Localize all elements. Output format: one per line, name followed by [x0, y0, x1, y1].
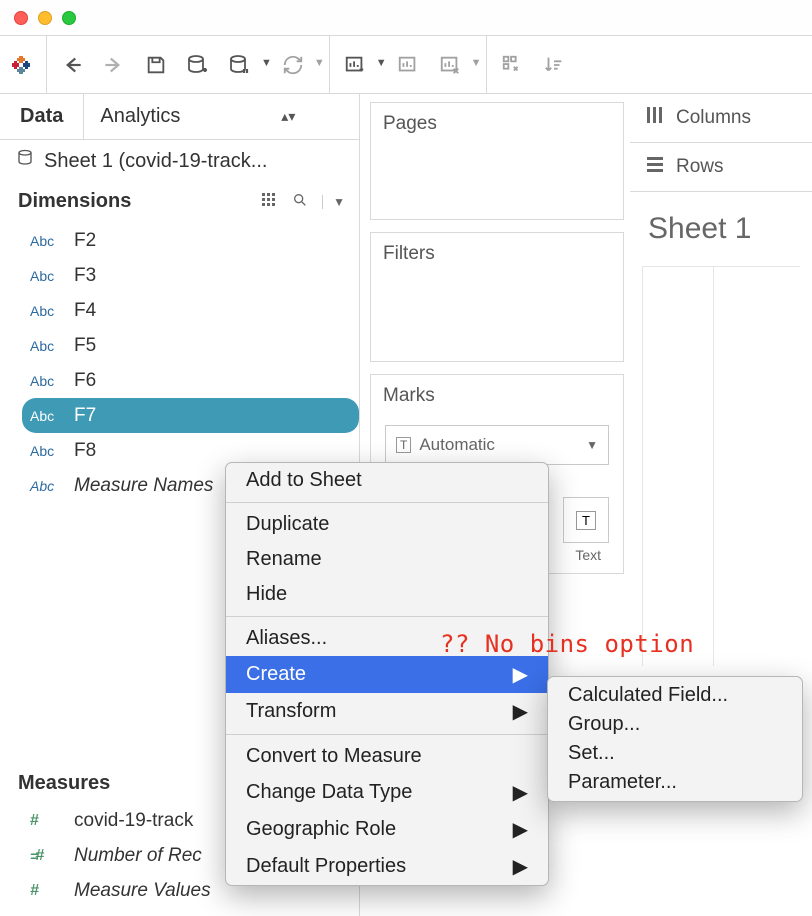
submenu-arrow-icon: ▶ — [513, 817, 528, 842]
datasource-label: Sheet 1 (covid-19-track... — [44, 150, 267, 173]
ctx-create[interactable]: Create▶ — [226, 656, 548, 693]
dimensions-list: AbcF2 AbcF3 AbcF4 AbcF5 AbcF6 AbcF7 AbcF… — [0, 219, 359, 503]
tableau-logo-icon[interactable] — [0, 45, 42, 85]
viz-canvas[interactable] — [642, 266, 800, 666]
submenu-arrow-icon: ▶ — [513, 780, 528, 805]
ctx-geo-role[interactable]: Geographic Role▶ — [226, 811, 548, 848]
filters-label: Filters — [371, 233, 623, 275]
maximize-window-button[interactable] — [62, 11, 76, 25]
abc-icon: Abc — [30, 303, 62, 319]
filters-shelf[interactable]: Filters — [370, 232, 624, 362]
dropdown-caret-icon[interactable]: ▼ — [471, 57, 482, 69]
ctx-transform[interactable]: Transform▶ — [226, 693, 548, 730]
tab-analytics-label: Analytics — [100, 105, 180, 128]
text-type-icon: T — [576, 511, 596, 530]
field-f3[interactable]: AbcF3 — [0, 258, 359, 293]
sort-button[interactable] — [533, 45, 575, 85]
dimensions-header: Dimensions — [18, 190, 131, 213]
abc-icon: Abc — [30, 443, 62, 459]
menu-dropdown-icon[interactable]: ▼ — [322, 195, 345, 209]
view-toggle-icon[interactable] — [262, 193, 278, 211]
marks-label: Marks — [371, 375, 623, 417]
ctx-hide[interactable]: Hide — [226, 577, 548, 612]
clear-sheet-button[interactable] — [429, 45, 471, 85]
tab-data[interactable]: Data — [0, 94, 83, 139]
field-f7[interactable]: AbcF7 — [22, 398, 359, 433]
pages-shelf[interactable]: Pages — [370, 102, 624, 220]
new-worksheet-button[interactable] — [334, 45, 376, 85]
ctx-convert[interactable]: Convert to Measure — [226, 739, 548, 774]
ctx-rename[interactable]: Rename — [226, 542, 548, 577]
dropdown-caret-icon[interactable]: ▼ — [261, 57, 272, 69]
minimize-window-button[interactable] — [38, 11, 52, 25]
submenu-arrow-icon: ▶ — [513, 854, 528, 879]
ctx-duplicate[interactable]: Duplicate — [226, 507, 548, 542]
columns-icon — [646, 106, 664, 130]
abc-icon: Abc — [30, 338, 62, 354]
marks-type-label: Automatic — [419, 435, 495, 455]
rows-icon — [646, 155, 664, 179]
sub-parameter[interactable]: Parameter... — [548, 768, 802, 797]
text-card[interactable]: T — [563, 497, 609, 543]
database-icon — [16, 148, 34, 174]
refresh-button[interactable] — [272, 45, 314, 85]
sub-set[interactable]: Set... — [548, 739, 802, 768]
back-button[interactable] — [51, 45, 93, 85]
toolbar: ▼ ▼ ▼ ▼ — [0, 36, 812, 94]
submenu-arrow-icon: ▶ — [513, 662, 528, 687]
abc-icon: Abc — [30, 233, 62, 249]
forward-button[interactable] — [93, 45, 135, 85]
submenu-arrow-icon: ▶ — [513, 699, 528, 724]
sheet-title[interactable]: Sheet 1 — [630, 192, 812, 266]
chevron-down-icon: ▼ — [586, 438, 598, 452]
save-button[interactable] — [135, 45, 177, 85]
abc-icon: Abc — [30, 478, 62, 494]
ctx-add-to-sheet[interactable]: Add to Sheet — [226, 463, 548, 498]
field-context-menu: Add to Sheet Duplicate Rename Hide Alias… — [225, 462, 549, 886]
dropdown-caret-icon[interactable]: ▼ — [376, 57, 387, 69]
text-type-icon: T — [396, 437, 411, 453]
marks-type-dropdown[interactable]: T Automatic ▼ — [385, 425, 609, 465]
calc-hash-icon: # — [30, 847, 62, 865]
field-f4[interactable]: AbcF4 — [0, 293, 359, 328]
datasource-row[interactable]: Sheet 1 (covid-19-track... — [0, 140, 359, 182]
window-titlebar — [0, 0, 812, 36]
ctx-default-props[interactable]: Default Properties▶ — [226, 848, 548, 885]
hash-icon: # — [30, 882, 62, 900]
field-f5[interactable]: AbcF5 — [0, 328, 359, 363]
ctx-change-type[interactable]: Change Data Type▶ — [226, 774, 548, 811]
create-submenu: Calculated Field... Group... Set... Para… — [547, 676, 803, 802]
separator — [226, 616, 548, 617]
abc-icon: Abc — [30, 373, 62, 389]
swap-button[interactable] — [491, 45, 533, 85]
columns-shelf[interactable]: Columns — [630, 94, 812, 143]
sub-calc-field[interactable]: Calculated Field... — [548, 681, 802, 710]
sub-group[interactable]: Group... — [548, 710, 802, 739]
new-datasource-button[interactable] — [177, 45, 219, 85]
abc-icon: Abc — [30, 268, 62, 284]
updown-icon: ▴▾ — [281, 108, 295, 125]
abc-icon: Abc — [30, 408, 62, 424]
field-f6[interactable]: AbcF6 — [0, 363, 359, 398]
pause-updates-button[interactable] — [219, 45, 261, 85]
duplicate-sheet-button[interactable] — [387, 45, 429, 85]
text-card-label: Text — [575, 547, 601, 563]
search-icon[interactable] — [292, 192, 308, 212]
field-f2[interactable]: AbcF2 — [0, 223, 359, 258]
annotation-text: ?? No bins option — [440, 630, 694, 658]
separator — [226, 734, 548, 735]
close-window-button[interactable] — [14, 11, 28, 25]
hash-icon: # — [30, 812, 62, 830]
pages-label: Pages — [371, 103, 623, 145]
rows-shelf[interactable]: Rows — [630, 143, 812, 192]
tab-analytics[interactable]: Analytics ▴▾ — [83, 94, 311, 139]
dropdown-caret-icon[interactable]: ▼ — [314, 57, 325, 69]
columns-label: Columns — [676, 107, 751, 129]
separator — [226, 502, 548, 503]
rows-label: Rows — [676, 156, 724, 178]
